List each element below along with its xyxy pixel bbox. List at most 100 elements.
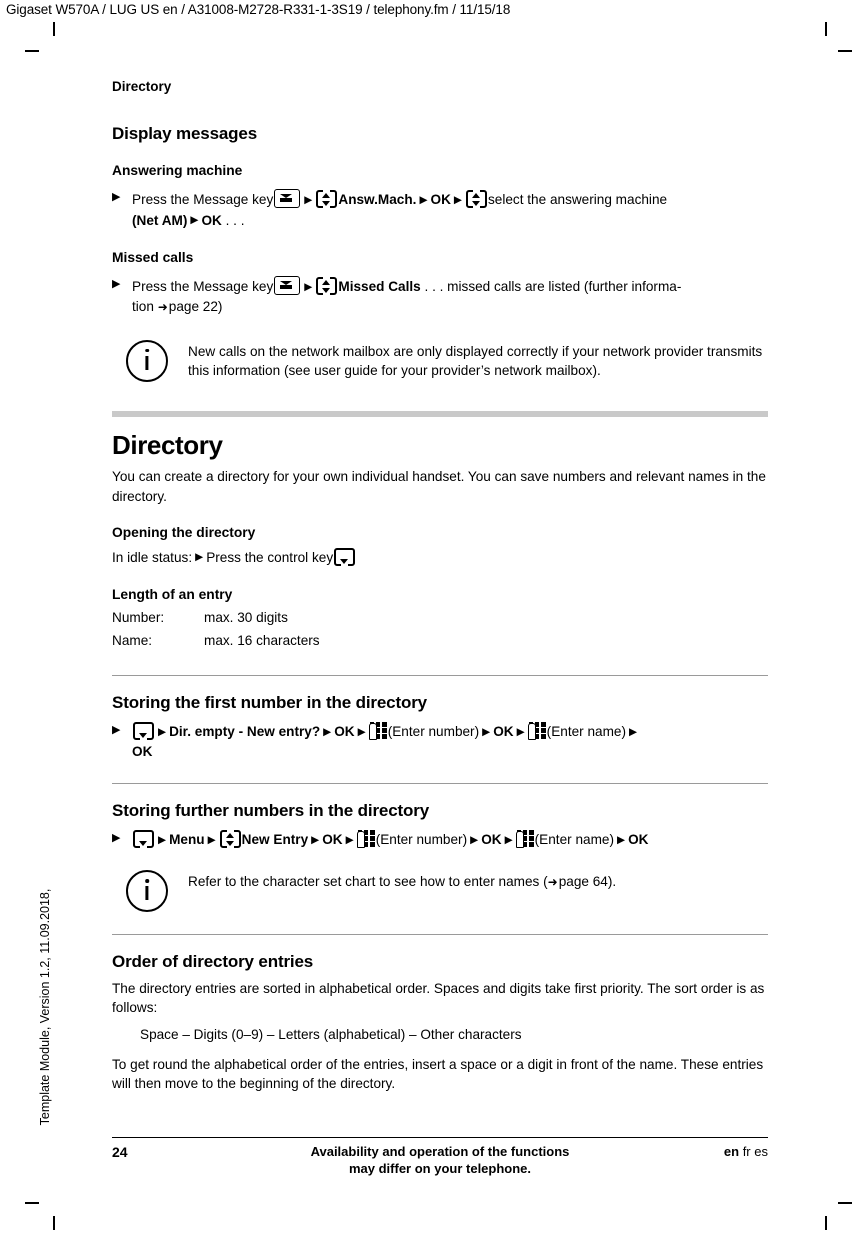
softkey-label-ok: OK [334,724,355,740]
control-key-up-down-icon [465,189,487,210]
separator-triangle-icon: ▶ [304,280,313,293]
menu-label-new-entry: New Entry [241,832,309,848]
separator-triangle-icon: ▶ [311,833,320,846]
note-text-network-mailbox: New calls on the network mailbox are onl… [188,343,763,379]
softkey-label-menu: Menu [169,832,205,848]
crop-mark-bottom-left-vertical [53,1216,55,1230]
separator-triangle-icon: ▶ [323,725,332,738]
step-bullet-icon: ▶ [112,724,121,737]
footer-language-current: en [723,1144,740,1159]
step-text-in-idle-status: In idle status: [112,549,193,565]
softkey-label-ok: OK [493,724,514,740]
step-missed-calls: ▶ Press the Message key ▶ Missed Calls . .… [112,276,768,318]
separator-triangle-icon: ▶ [345,833,354,846]
crop-mark-bottom-left-horizontal [25,1202,39,1204]
note-box-character-set: Refer to the character set chart to see … [112,870,768,913]
note-text-character-set: Refer to the character set chart to see … [168,870,768,891]
step-bullet-icon: ▶ [112,278,121,291]
softkey-label-ok: OK [322,832,343,848]
keypad-entry-icon [369,722,387,741]
step-storing-first-number: ▶ ▶ Dir. empty - New entry? ▶ OK ▶ (Enter num… [112,722,768,763]
section-divider-rule [112,934,768,936]
step-text-tion: tion [132,299,154,315]
control-key-up-down-icon [219,829,241,850]
menu-label-answ-mach: Answ.Mach. [338,192,417,208]
hint-enter-name: (Enter name) [546,724,626,740]
length-row-number-label: Number: [112,610,165,626]
control-key-down-icon [133,830,154,850]
separator-triangle-icon: ▶ [482,725,491,738]
separator-triangle-icon: ▶ [616,833,626,846]
control-key-down-icon [334,547,356,567]
subheading-answering-machine: Answering machine [112,163,243,179]
step-opening-directory-body: In idle status: ▶ Press the control key [112,547,768,568]
footer-language-es: es [754,1144,768,1159]
message-key-icon [274,276,301,296]
separator-triangle-icon: ▶ [195,551,204,564]
crop-mark-top-right-horizontal [838,50,852,52]
crop-mark-bottom-right-vertical [825,1216,827,1230]
crop-mark-top-left-horizontal [25,50,39,52]
crop-mark-top-left-vertical [53,22,55,36]
keypad-entry-icon [357,830,375,849]
step-text-press-message-key: Press the Message key [132,192,274,208]
page-reference-arrow-icon: ➜ [157,299,168,314]
section-divider-rule [112,674,768,676]
order-sort-list: Space – Digits (0–9) – Letters (alphabet… [140,1027,522,1043]
page-footer: 24 Availability and operation of the fun… [112,1137,768,1178]
step-ellipsis: . . . [225,212,245,228]
separator-triangle-icon: ▶ [304,193,313,206]
separator-triangle-icon: ▶ [190,214,199,227]
message-key-icon [274,189,301,209]
control-key-up-down-icon [316,276,338,297]
step-text-press-message-key: Press the Message key [132,279,274,295]
softkey-label-ok: OK [628,832,649,848]
subheading-length-of-an-entry: Length of an entry [112,587,233,603]
separator-triangle-icon: ▶ [504,833,513,846]
length-row-name-label: Name: [112,633,153,649]
step-answering-machine: ▶ Press the Message key ▶ Answ.Mach. ▶ OK ▶ se… [112,189,768,231]
footer-page-number: 24 [112,1144,128,1160]
separator-triangle-icon: ▶ [629,725,638,738]
crop-mark-bottom-right-horizontal [838,1202,852,1204]
separator-triangle-icon: ▶ [207,833,216,846]
footer-disclaimer-line-1: Availability and operation of the functi… [310,1144,570,1159]
menu-label-missed-calls: Missed Calls [338,279,421,295]
step-answering-machine-body: Press the Message key ▶ Answ.Mach. ▶ OK ▶ sele… [132,189,768,231]
subheading-opening-the-directory: Opening the directory [112,524,256,540]
crop-mark-top-right-vertical [825,22,827,36]
separator-triangle-icon: ▶ [516,725,525,738]
softkey-label-ok: OK [430,192,451,208]
step-text-press-control-key: Press the control key [206,549,334,565]
section-heading-storing-first-number: Storing the first number in the director… [112,692,427,712]
footer-language-indicator: en fr es [658,1144,768,1159]
section-divider-rule [112,782,768,784]
length-row-name-value: max. 16 characters [204,633,320,649]
order-paragraph-1: The directory entries are sorted in alph… [112,980,765,1015]
footer-disclaimer: Availability and operation of the functi… [222,1144,658,1178]
chapter-title-directory: Directory [112,429,223,460]
section-heading-display-messages: Display messages [112,124,258,144]
separator-triangle-icon: ▶ [470,833,479,846]
step-storing-further-numbers-body: ▶ Menu ▶ New Entry ▶ OK ▶ (Enter number) ▶ OK ▶ (En… [132,829,768,850]
footer-language-fr: fr [742,1144,751,1159]
page-reference-arrow-icon: ➜ [547,874,558,889]
directory-intro-paragraph: You can create a directory for your own … [112,469,766,504]
chapter-running-label: Directory [112,79,172,94]
section-heading-order-of-directory-entries: Order of directory entries [112,952,314,972]
step-opening-directory: In idle status: ▶ Press the control key [112,547,768,568]
step-text-missed-calls-listed: . . . missed calls are listed (further i… [424,279,682,295]
step-missed-calls-body: Press the Message key ▶ Missed Calls . . .… [132,276,768,318]
keypad-entry-icon [516,830,534,849]
info-icon [126,339,168,382]
hint-enter-name: (Enter name) [534,832,614,848]
step-bullet-icon: ▶ [112,832,121,845]
step-storing-further-numbers: ▶ ▶ Menu ▶ New Entry ▶ OK ▶ (Enter number) ▶ OK ▶(… [112,829,768,850]
length-row-number: Number: max. 30 digits [112,608,768,627]
step-storing-first-number-body: ▶ Dir. empty - New entry? ▶ OK ▶ (Enter numbe… [132,722,768,763]
control-key-down-icon [133,722,154,742]
separator-triangle-icon: ▶ [158,725,167,738]
separator-triangle-icon: ▶ [357,725,366,738]
display-prompt-dir-empty-new-entry: Dir. empty - New entry? [169,724,321,740]
softkey-label-ok: OK [132,744,153,760]
